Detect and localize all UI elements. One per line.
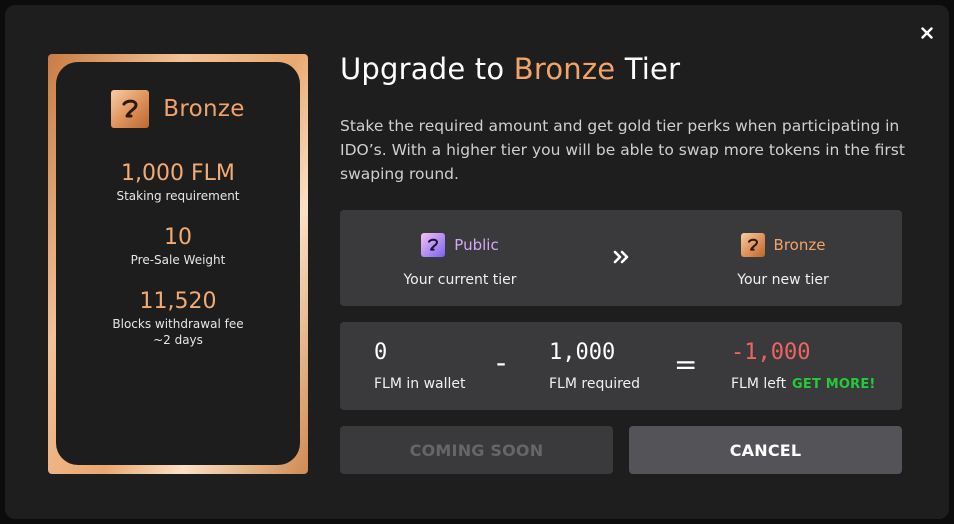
new-tier-caption: Your new tier: [737, 272, 829, 288]
bronze-tier-icon: [740, 233, 765, 257]
close-icon: [921, 27, 933, 39]
stake-calculation-panel: 0 FLM in wallet - 1,000 FLM required = -…: [340, 322, 902, 410]
tier-comparison-panel: Public Your current tier Bronze Your new…: [340, 210, 902, 306]
public-tier-icon: [421, 233, 446, 257]
double-chevron-right-icon: [613, 250, 629, 264]
stat-label: Blocks withdrawal fee: [112, 317, 244, 331]
required-amount: 1,000: [549, 340, 616, 365]
get-more-link[interactable]: GET MORE!: [792, 377, 876, 392]
wallet-label: FLM in wallet: [374, 376, 466, 392]
tier-card-name: Bronze: [163, 96, 245, 122]
stat-value: 1,000 FLM: [121, 161, 235, 186]
title-prefix: Upgrade to: [340, 52, 514, 86]
bronze-tier-logo-icon: [111, 90, 150, 128]
cancel-button[interactable]: CANCEL: [629, 426, 902, 474]
tier-card-body: Bronze 1,000 FLM Staking requirement 10 …: [56, 62, 300, 465]
withdrawal-fee-stat: 11,520 Blocks withdrawal fee ~2 days: [112, 288, 243, 348]
stat-value: 11,520: [139, 289, 217, 314]
coming-soon-button[interactable]: COMING SOON: [340, 426, 613, 474]
minus-sign: -: [496, 346, 507, 379]
close-button[interactable]: [916, 22, 938, 44]
wallet-amount: 0: [374, 340, 388, 365]
tier-card: Bronze 1,000 FLM Staking requirement 10 …: [48, 54, 308, 474]
title-suffix: Tier: [615, 52, 681, 86]
left-label: FLM left: [731, 376, 787, 392]
presale-weight-stat: 10 Pre-Sale Weight: [131, 224, 226, 268]
title-tier: Bronze: [513, 52, 616, 86]
staking-requirement-stat: 1,000 FLM Staking requirement: [116, 160, 239, 204]
equals-sign: =: [674, 348, 698, 381]
stat-label: Staking requirement: [116, 189, 240, 203]
new-tier: Bronze Your new tier: [704, 232, 862, 288]
modal-description: Stake the required amount and get gold t…: [340, 117, 905, 183]
modal-title: Upgrade to Bronze Tier: [340, 52, 680, 86]
new-tier-name: Bronze: [773, 236, 826, 254]
tier-card-header: Bronze: [111, 90, 244, 128]
required-label: FLM required: [549, 376, 641, 392]
stat-sublabel: ~2 days: [153, 333, 203, 347]
left-amount: -1,000: [731, 340, 811, 365]
stat-label: Pre-Sale Weight: [130, 253, 226, 267]
current-tier-name: Public: [454, 236, 499, 254]
current-tier-caption: Your current tier: [403, 272, 517, 288]
current-tier: Public Your current tier: [380, 232, 540, 288]
stat-value: 10: [164, 225, 192, 250]
